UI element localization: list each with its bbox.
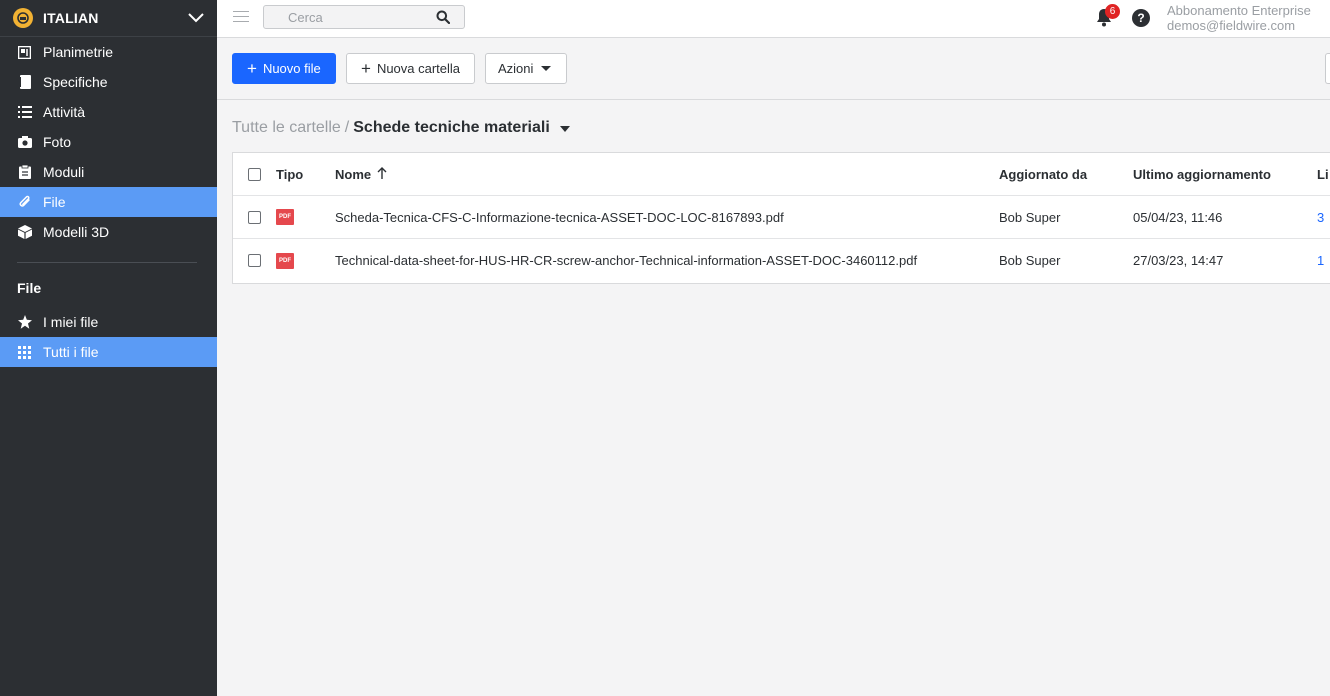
- clipboard-icon: [17, 165, 32, 180]
- account-menu[interactable]: Abbonamento Enterprise demos@fieldwire.c…: [1167, 3, 1311, 33]
- new-file-label: Nuovo file: [262, 61, 321, 76]
- breadcrumb-current-folder: Schede tecniche materiali: [353, 119, 550, 136]
- search-input[interactable]: [288, 9, 428, 25]
- search-box[interactable]: [263, 5, 465, 29]
- nav-label: Attività: [43, 104, 86, 120]
- last-updated: 27/03/23, 14:47: [1133, 253, 1224, 268]
- nav-label: Tutti i file: [43, 344, 99, 360]
- cube-icon: [17, 225, 32, 240]
- column-header-updated-by[interactable]: Aggiornato da: [999, 153, 1119, 195]
- view-toggle-button[interactable]: [1325, 53, 1330, 84]
- actions-dropdown[interactable]: Azioni: [485, 53, 567, 84]
- file-name[interactable]: Technical-data-sheet-for-HUS-HR-CR-screw…: [335, 239, 975, 282]
- table-row[interactable]: PDF Technical-data-sheet-for-HUS-HR-CR-s…: [233, 239, 1330, 282]
- section-title-file: File: [17, 280, 42, 296]
- pdf-file-icon: PDF: [276, 239, 316, 282]
- plus-icon: +: [247, 59, 257, 78]
- nav-item-specifiche[interactable]: Specifiche: [0, 67, 217, 97]
- project-switcher[interactable]: ITALIAN: [0, 0, 217, 37]
- list-icon: [17, 105, 32, 120]
- top-bar: 6 ? Abbonamento Enterprise demos@fieldwi…: [217, 0, 1330, 38]
- nav-item-planimetrie[interactable]: Planimetrie: [0, 37, 217, 67]
- last-updated: 05/04/23, 11:46: [1133, 209, 1223, 225]
- updated-by: Bob Super: [999, 253, 1061, 268]
- column-header-name-label: Nome: [335, 166, 372, 182]
- column-header-last-updated[interactable]: Ultimo aggiornamento: [1133, 153, 1303, 195]
- toolbar: + Nuovo file + Nuova cartella Azioni: [217, 38, 1330, 100]
- nav-label: Moduli: [43, 164, 85, 180]
- row-checkbox[interactable]: [248, 239, 264, 282]
- row-checkbox[interactable]: [248, 196, 264, 238]
- file-nav: I miei file Tutti i file: [0, 307, 217, 367]
- chevron-down-icon[interactable]: [187, 9, 205, 27]
- plus-icon: +: [361, 59, 371, 78]
- sidebar: ITALIAN Planimetrie Specifiche Attività …: [0, 0, 217, 696]
- camera-icon: [17, 135, 32, 150]
- new-folder-button[interactable]: + Nuova cartella: [346, 53, 475, 84]
- nav-label: Modelli 3D: [43, 224, 110, 240]
- nav-label: Foto: [43, 134, 72, 150]
- new-file-button[interactable]: + Nuovo file: [232, 53, 336, 84]
- paperclip-icon: [17, 195, 32, 210]
- breadcrumb-parent-link[interactable]: Tutte le cartelle: [232, 119, 341, 137]
- nav-label: File: [43, 194, 66, 210]
- files-table: Tipo Nome Aggiornato da Ultimo aggiornam…: [232, 152, 1330, 284]
- sort-ascending-icon: [377, 166, 387, 182]
- nav-label: Specifiche: [43, 74, 108, 90]
- updated-by: Bob Super: [999, 209, 1061, 225]
- menu-icon[interactable]: [233, 11, 249, 25]
- sidebar-divider: [17, 262, 197, 263]
- folder-dropdown-caret-icon[interactable]: [559, 126, 570, 132]
- nav-item-modelli-3d[interactable]: Modelli 3D: [0, 217, 217, 247]
- help-icon[interactable]: ?: [1132, 9, 1150, 27]
- column-header-name[interactable]: Nome: [335, 153, 975, 195]
- file-name[interactable]: Scheda-Tecnica-CFS-C-Informazione-tecnic…: [335, 196, 975, 238]
- account-plan: Abbonamento Enterprise: [1167, 3, 1311, 18]
- actions-label: Azioni: [498, 61, 534, 76]
- nav-label: Planimetrie: [43, 44, 114, 60]
- account-email: demos@fieldwire.com: [1167, 18, 1296, 33]
- notification-count-badge: 6: [1105, 4, 1120, 19]
- nav-item-moduli[interactable]: Moduli: [0, 157, 217, 187]
- nav-item-attivita[interactable]: Attività: [0, 97, 217, 127]
- table-header-row: Tipo Nome Aggiornato da Ultimo aggiornam…: [233, 153, 1330, 196]
- nav-item-foto[interactable]: Foto: [0, 127, 217, 157]
- main-nav: Planimetrie Specifiche Attività Foto Mod…: [0, 37, 217, 247]
- caret-down-icon: [541, 66, 552, 71]
- pdf-file-icon: PDF: [276, 196, 316, 238]
- search-icon[interactable]: [436, 10, 451, 27]
- links-count[interactable]: 3: [1317, 196, 1330, 238]
- project-logo-icon: [13, 8, 33, 28]
- breadcrumb: Tutte le cartelle / Schede tecniche mate…: [232, 118, 570, 138]
- column-header-links[interactable]: Li: [1317, 153, 1330, 195]
- nav-item-i-miei-file[interactable]: I miei file: [0, 307, 217, 337]
- nav-item-tutti-i-file[interactable]: Tutti i file: [0, 337, 217, 367]
- star-icon: [17, 315, 32, 330]
- select-all-checkbox[interactable]: [248, 153, 264, 195]
- project-name: ITALIAN: [43, 10, 99, 26]
- floorplan-icon: [17, 45, 32, 60]
- links-count[interactable]: 1: [1317, 239, 1330, 282]
- breadcrumb-separator: /: [344, 119, 350, 136]
- grid-icon: [17, 345, 32, 360]
- new-folder-label: Nuova cartella: [376, 61, 461, 76]
- nav-label: I miei file: [43, 314, 99, 330]
- nav-item-file[interactable]: File: [0, 187, 217, 217]
- specs-icon: [17, 75, 32, 90]
- table-row[interactable]: PDF Scheda-Tecnica-CFS-C-Informazione-te…: [233, 196, 1330, 239]
- column-header-type[interactable]: Tipo: [276, 153, 316, 195]
